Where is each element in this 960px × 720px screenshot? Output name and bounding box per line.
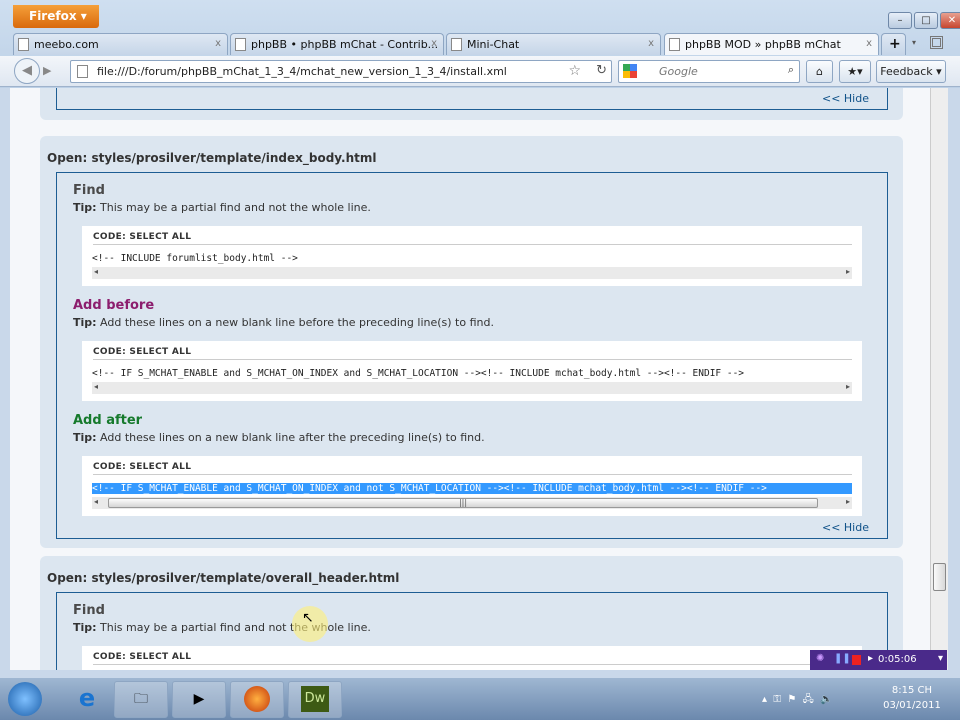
google-icon	[623, 64, 637, 78]
code-label: CODE: SELECT ALL	[93, 347, 192, 357]
internet-explorer-icon[interactable]: e	[60, 681, 114, 718]
tab-phpbb-contrib[interactable]: phpBB • phpBB mChat - Contrib... x	[230, 33, 444, 55]
tab-mini-chat[interactable]: Mini-Chat x	[446, 33, 661, 55]
code-text[interactable]: <!-- IF S_MCHAT_ENABLE and S_MCHAT_ON_IN…	[92, 368, 852, 379]
back-button[interactable]: ◀	[14, 58, 40, 84]
tab-title: phpBB MOD » phpBB mChat	[685, 38, 841, 51]
dreamweaver-icon[interactable]: Dw	[288, 681, 342, 718]
page-icon	[669, 38, 680, 51]
close-window-button[interactable]: ✕	[940, 12, 960, 29]
close-tab-icon[interactable]: x	[866, 38, 872, 49]
reload-icon[interactable]: ↻	[596, 63, 607, 78]
url-bar[interactable]: file:///D:/forum/phpBB_mChat_1_3_4/mchat…	[70, 60, 612, 83]
media-player-icon[interactable]: ▶	[172, 681, 226, 718]
meebo-icon	[18, 38, 29, 51]
play-icon[interactable]: ▸	[868, 653, 873, 664]
minimize-button[interactable]: –	[888, 12, 912, 29]
tab-title: Mini-Chat	[467, 38, 520, 51]
page-content: << Hide Open: styles/prosilver/template/…	[10, 88, 930, 670]
add-after-code-box: CODE: SELECT ALL <!-- IF S_MCHAT_ENABLE …	[82, 456, 862, 516]
pause-icon[interactable]: ❚❚	[834, 653, 851, 664]
close-tab-icon[interactable]: x	[215, 38, 221, 49]
scrollbar-thumb[interactable]: |||	[108, 498, 818, 508]
recorder-logo-icon: ✺	[816, 653, 825, 664]
hide-link[interactable]: << Hide	[822, 92, 869, 105]
tab-list-icon[interactable]: ▾	[912, 38, 916, 47]
add-before-code-box: CODE: SELECT ALL <!-- IF S_MCHAT_ENABLE …	[82, 341, 862, 401]
start-button[interactable]	[8, 682, 42, 716]
selected-code-text[interactable]: <!-- IF S_MCHAT_ENABLE and S_MCHAT_ON_IN…	[92, 483, 852, 494]
find-code-box: CODE: SELECT ALL	[82, 646, 862, 670]
recorder-menu-icon[interactable]: ▾	[938, 653, 943, 664]
url-text: file:///D:/forum/phpBB_mChat_1_3_4/mchat…	[97, 65, 507, 78]
home-button[interactable]: ⌂	[806, 60, 833, 83]
find-tip: Tip: This may be a partial find and not …	[73, 201, 371, 214]
vertical-scrollbar[interactable]	[930, 88, 948, 670]
section-index-body: Open: styles/prosilver/template/index_bo…	[40, 136, 903, 548]
mouse-cursor-icon: ↖	[302, 610, 314, 626]
code-label: CODE: SELECT ALL	[93, 462, 192, 472]
horizontal-scrollbar[interactable]: ◂ ▸	[92, 382, 852, 394]
add-after-tip: Tip: Add these lines on a new blank line…	[73, 431, 485, 444]
recorder-time: 0:05:06	[878, 654, 917, 665]
open-file-heading: Open: styles/prosilver/template/overall_…	[47, 571, 400, 585]
find-heading: Find	[73, 603, 105, 618]
find-code-box: CODE: SELECT ALL <!-- INCLUDE forumlist_…	[82, 226, 862, 286]
scrollbar-thumb[interactable]	[933, 563, 946, 591]
explorer-icon[interactable]: 🗀	[114, 681, 168, 718]
hide-link[interactable]: << Hide	[822, 521, 869, 534]
stop-icon[interactable]	[852, 655, 861, 665]
tray-icons[interactable]: ▴ ⚿ ⚑ 🖧 🔈	[762, 692, 833, 709]
select-all-link[interactable]: SELECT ALL	[129, 232, 191, 242]
code-label: CODE: SELECT ALL	[93, 232, 192, 242]
tab-title: phpBB • phpBB mChat - Contrib...	[251, 38, 439, 51]
add-before-heading: Add before	[73, 298, 155, 313]
section-overall-header: Open: styles/prosilver/template/overall_…	[40, 556, 903, 670]
previous-section: << Hide	[40, 88, 903, 120]
code-label: CODE: SELECT ALL	[93, 652, 192, 662]
select-all-link[interactable]: SELECT ALL	[129, 652, 191, 662]
previous-section-box: << Hide	[56, 88, 888, 110]
close-tab-icon[interactable]: x	[431, 38, 437, 49]
search-input[interactable]: Google ⌕	[618, 60, 800, 83]
section-box: Find Tip: This may be a partial find and…	[56, 592, 888, 670]
select-all-link[interactable]: SELECT ALL	[129, 462, 191, 472]
bookmarks-button[interactable]: ★▾	[839, 60, 871, 83]
find-heading: Find	[73, 183, 105, 198]
page-icon	[77, 65, 88, 78]
screen-recorder-widget: ✺ ❚❚ ▸ 0:05:06 ▾	[810, 650, 947, 670]
search-placeholder: Google	[659, 65, 698, 78]
horizontal-scrollbar[interactable]: ◂ ▸	[92, 267, 852, 279]
firefox-menu-button[interactable]: Firefox ▾	[13, 5, 99, 28]
tab-phpbb-mod[interactable]: phpBB MOD » phpBB mChat x	[664, 33, 879, 55]
horizontal-scrollbar[interactable]: ◂ ||| ▸	[92, 497, 852, 509]
open-file-heading: Open: styles/prosilver/template/index_bo…	[47, 151, 377, 165]
phpbb-icon	[235, 38, 246, 51]
bookmark-star-icon[interactable]: ☆	[568, 63, 581, 79]
firefox-taskbar-icon[interactable]	[230, 681, 284, 718]
code-text[interactable]: <!-- INCLUDE forumlist_body.html -->	[92, 253, 852, 264]
tab-meebo[interactable]: meebo.com x	[13, 33, 228, 55]
maximize-button[interactable]: □	[914, 12, 938, 29]
add-before-tip: Tip: Add these lines on a new blank line…	[73, 316, 494, 329]
close-tab-icon[interactable]: x	[648, 38, 654, 49]
new-tab-button[interactable]: +	[881, 33, 906, 55]
add-after-heading: Add after	[73, 413, 143, 428]
page-icon	[451, 38, 462, 51]
search-icon[interactable]: ⌕	[788, 63, 794, 77]
tab-groups-icon[interactable]	[930, 36, 943, 49]
select-all-link[interactable]: SELECT ALL	[129, 347, 191, 357]
forward-button[interactable]: ▶	[43, 64, 51, 77]
feedback-button[interactable]: Feedback ▾	[876, 60, 946, 83]
section-box: Find Tip: This may be a partial find and…	[56, 172, 888, 539]
clock[interactable]: 8:15 CH 03/01/2011	[872, 685, 952, 711]
tab-title: meebo.com	[34, 38, 99, 51]
